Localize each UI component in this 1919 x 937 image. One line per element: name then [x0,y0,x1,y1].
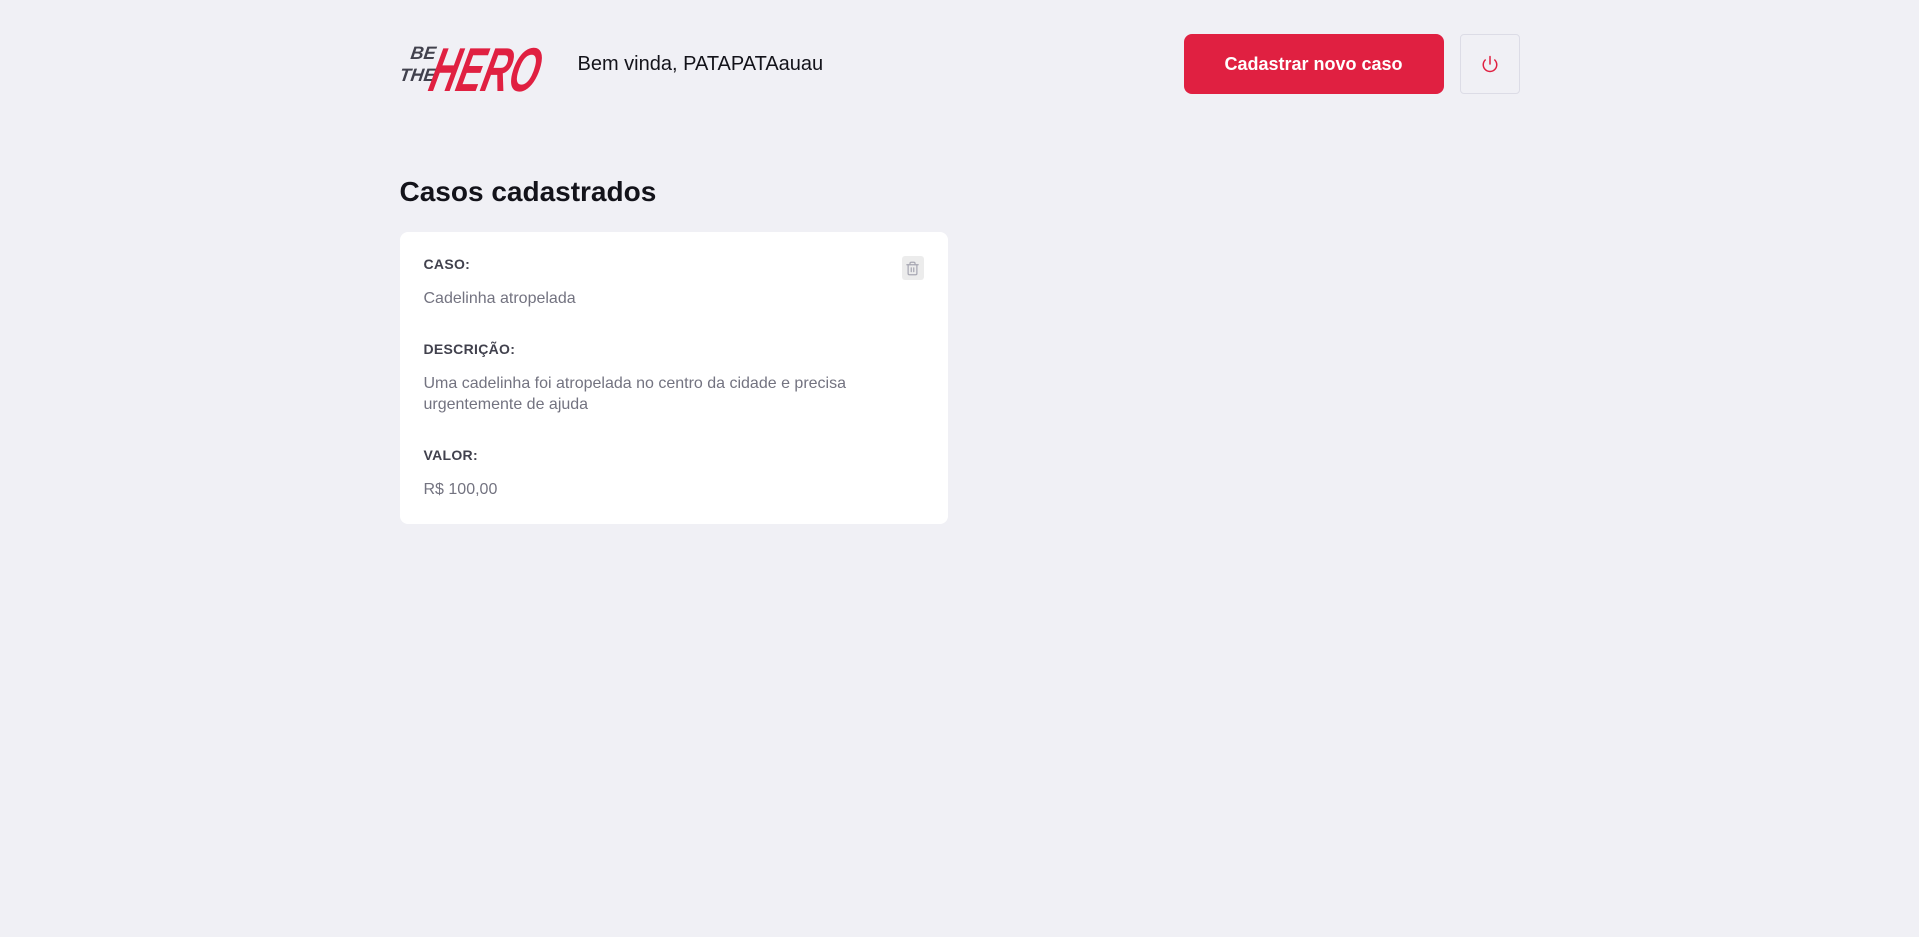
cases-list: CASO: Cadelinha atropelada DESCRIÇÃO: Um… [399,232,1520,524]
case-label: CASO: [423,256,471,272]
page-title: Casos cadastrados [399,176,657,207]
svg-text:HERO: HERO [423,36,548,97]
trash-icon [906,261,919,275]
case-value: R$ 100,00 [423,481,498,498]
case-title: Cadelinha atropelada [423,290,576,307]
welcome-text: Bem vinda, PATAPATAauau [577,52,824,75]
case-description: Uma cadelinha foi atropelada no centro d… [423,375,847,413]
description-label: DESCRIÇÃO: [423,341,516,357]
value-label: VALOR: [423,447,478,463]
new-case-button[interactable]: Cadastrar novo caso [1183,34,1444,94]
profile-container: BE THE HERO Bem vinda, PATAPATAauau Cada… [399,0,1520,524]
case-card: CASO: Cadelinha atropelada DESCRIÇÃO: Um… [399,232,948,524]
page-header: BE THE HERO Bem vinda, PATAPATAauau Cada… [400,32,1520,97]
logout-button[interactable] [1459,34,1520,94]
power-icon [1482,55,1497,73]
be-the-hero-logo: BE THE HERO [400,36,549,97]
delete-case-button[interactable] [901,256,924,280]
